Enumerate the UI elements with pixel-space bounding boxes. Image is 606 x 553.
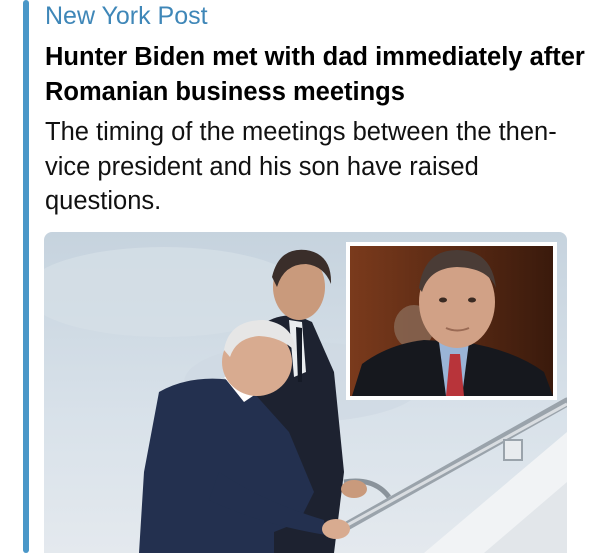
news-photo-icon xyxy=(44,232,567,553)
article-description: The timing of the meetings between the t… xyxy=(45,118,557,215)
article-headline[interactable]: Hunter Biden met with dad immediately af… xyxy=(45,40,595,110)
link-preview-accent-bar xyxy=(23,0,29,553)
site-name[interactable]: New York Post xyxy=(45,1,208,31)
link-preview-card[interactable]: New York Post Hunter Biden met with dad … xyxy=(0,0,606,553)
article-photo[interactable] xyxy=(44,232,567,553)
